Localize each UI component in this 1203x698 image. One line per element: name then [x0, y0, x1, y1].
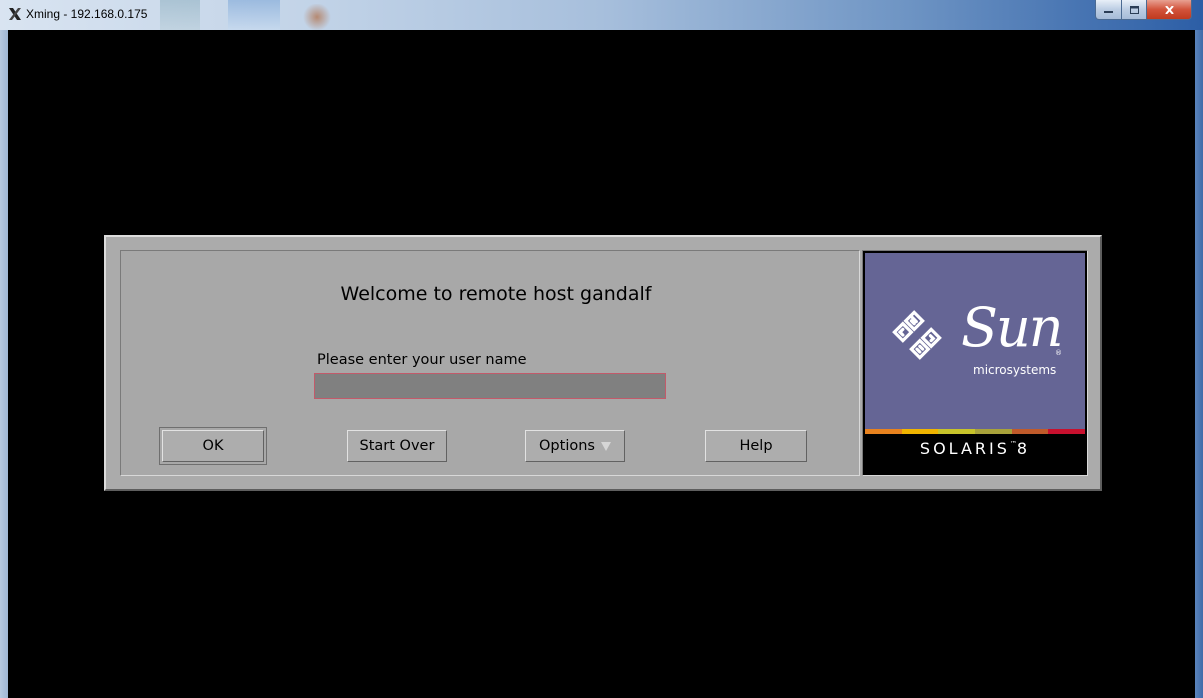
x-icon	[9, 8, 21, 20]
window-frame-right	[1195, 30, 1203, 698]
titlebar-background-decoration	[160, 0, 200, 30]
login-panel: Welcome to remote host gandalf Please en…	[120, 250, 860, 476]
stripe-segment	[1011, 429, 1049, 434]
solaris-version: SOLARIS™8	[865, 439, 1085, 458]
window-controls	[1095, 0, 1192, 20]
maximize-icon	[1129, 5, 1139, 14]
microsystems-label: microsystems	[973, 363, 1057, 377]
options-button[interactable]: Options	[525, 430, 625, 462]
stripe-segment	[1048, 429, 1086, 434]
window-frame-left	[0, 30, 8, 698]
window-titlebar[interactable]: Xming - 192.168.0.175	[0, 0, 1203, 30]
help-button[interactable]: Help	[705, 430, 807, 462]
minimize-button[interactable]	[1095, 0, 1122, 20]
stripe-segment	[975, 429, 1012, 434]
options-label: Options	[539, 438, 595, 454]
trademark-mark: ™	[1009, 440, 1017, 448]
color-stripe	[865, 429, 1086, 434]
sun-wordmark: Sun	[961, 296, 1064, 359]
sun-diamond-icon	[892, 310, 942, 360]
titlebar-background-decoration	[228, 0, 280, 30]
close-icon	[1164, 5, 1174, 14]
product-version: 8	[1016, 439, 1031, 458]
window-title: Xming - 192.168.0.175	[26, 7, 148, 21]
close-button[interactable]	[1147, 0, 1192, 20]
ok-button[interactable]: OK	[162, 430, 264, 462]
product-name: SOLARIS	[919, 439, 1010, 458]
start-over-button[interactable]: Start Over	[347, 430, 447, 462]
login-dialog: Welcome to remote host gandalf Please en…	[104, 235, 1102, 491]
stripe-segment	[865, 429, 902, 434]
username-input[interactable]	[314, 373, 666, 399]
maximize-button[interactable]	[1122, 0, 1147, 20]
default-button-frame: OK	[159, 427, 267, 465]
stripe-segment	[901, 429, 939, 434]
welcome-message: Welcome to remote host gandalf	[340, 283, 652, 305]
stripe-segment	[938, 429, 976, 434]
start-over-label: Start Over	[359, 438, 435, 454]
minimize-icon	[1104, 10, 1113, 13]
solaris-logo: Sun ® microsystems SOLARIS™8	[862, 250, 1088, 476]
registered-mark: ®	[1055, 349, 1062, 357]
dropdown-arrow-icon	[600, 441, 611, 451]
username-prompt: Please enter your user name	[317, 352, 527, 368]
sun-logo-panel: Sun ® microsystems	[865, 253, 1085, 429]
help-label: Help	[739, 438, 773, 454]
titlebar-background-decoration	[302, 4, 332, 30]
